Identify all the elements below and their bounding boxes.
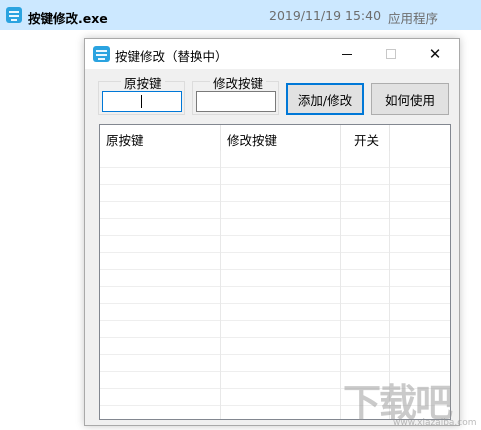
window-client-area: 原按键 修改按键 添加/修改 如何使用 原按键 修改按键 开关 <box>85 69 459 425</box>
window-title: 按键修改（替换中） <box>115 49 228 64</box>
file-list-row[interactable]: 按键修改.exe 2019/11/19 15:40 应用程序 <box>0 0 481 30</box>
text-caret <box>141 95 142 108</box>
original-key-label: 原按键 <box>121 73 165 92</box>
column-divider <box>340 151 341 419</box>
column-header-modified-key[interactable]: 修改按键 <box>221 125 341 151</box>
original-key-group: 原按键 <box>98 73 185 115</box>
list-body[interactable] <box>100 151 450 419</box>
list-header: 原按键 修改按键 开关 <box>100 125 450 151</box>
file-date-modified: 2019/11/19 15:40 <box>269 8 382 23</box>
modified-key-group: 修改按键 <box>192 73 279 115</box>
maximize-button[interactable] <box>369 39 413 69</box>
title-bar[interactable]: 按键修改（替换中） ✕ <box>85 39 459 69</box>
column-divider <box>389 151 390 419</box>
how-to-use-button[interactable]: 如何使用 <box>371 83 449 115</box>
keyboard-icon <box>6 7 22 23</box>
key-mapping-list[interactable]: 原按键 修改按键 开关 <box>99 124 451 420</box>
close-button[interactable]: ✕ <box>413 39 457 69</box>
column-header-switch[interactable]: 开关 <box>341 125 390 151</box>
file-type: 应用程序 <box>388 11 439 26</box>
maximize-icon <box>386 49 396 59</box>
close-icon: ✕ <box>428 45 442 63</box>
add-modify-button[interactable]: 添加/修改 <box>286 83 364 115</box>
keyboard-icon <box>93 46 110 62</box>
app-window: 按键修改（替换中） ✕ 原按键 修改按键 添加/修改 如何使用 原按键 修改按键… <box>84 38 460 426</box>
minimize-icon <box>342 53 352 55</box>
minimize-button[interactable] <box>325 39 369 69</box>
column-header-original-key[interactable]: 原按键 <box>100 125 221 151</box>
modified-key-label: 修改按键 <box>210 73 267 92</box>
file-name: 按键修改.exe <box>28 11 108 26</box>
column-divider <box>220 151 221 419</box>
modified-key-input[interactable] <box>196 91 276 112</box>
original-key-input[interactable] <box>102 91 182 112</box>
